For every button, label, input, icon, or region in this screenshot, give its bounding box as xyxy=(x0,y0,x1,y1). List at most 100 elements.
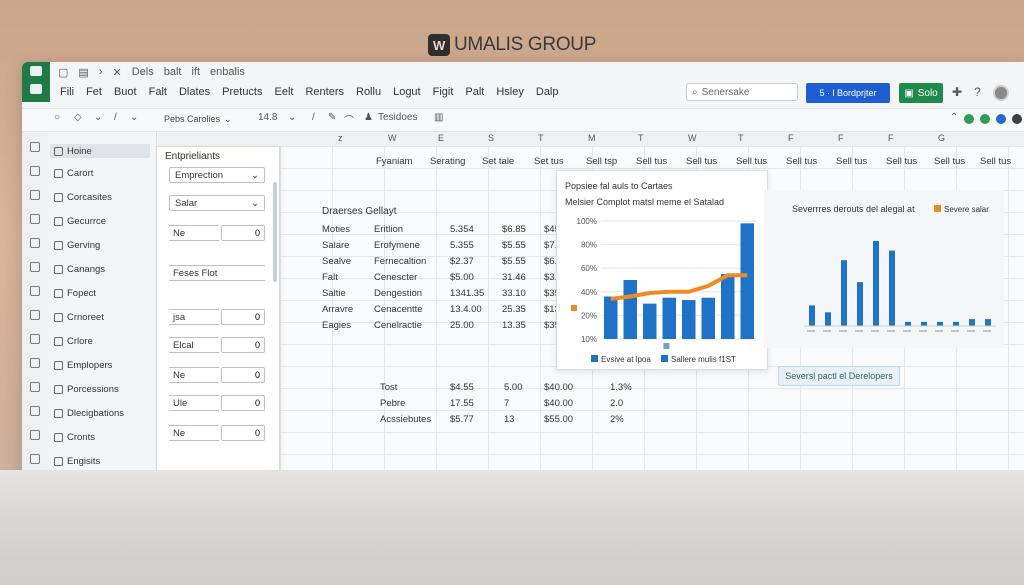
table-cell[interactable]: 1341.35 xyxy=(450,288,484,299)
bar[interactable] xyxy=(889,250,895,326)
rail-icon[interactable] xyxy=(30,142,40,152)
chart-severrres[interactable]: Severrres derouts del alegal at Severe sa… xyxy=(764,190,1004,348)
table-cell[interactable]: Falt xyxy=(322,272,338,283)
table-cell[interactable]: Arravre xyxy=(322,304,353,315)
table-cell[interactable]: $5.55 xyxy=(502,256,526,267)
column-letter[interactable]: T xyxy=(638,133,644,143)
table-cell[interactable]: 13.35 xyxy=(502,320,526,331)
menu-item[interactable]: Palt xyxy=(465,86,484,98)
sidebar-item[interactable]: Gecurrce xyxy=(54,216,106,227)
column-letter[interactable]: F xyxy=(888,133,894,143)
total-cell[interactable]: Pebre xyxy=(380,398,405,409)
table-cell[interactable]: Saltie xyxy=(322,288,346,299)
total-cell[interactable]: $5.77 xyxy=(450,414,474,425)
rail-icon[interactable] xyxy=(30,334,40,344)
rail-icon[interactable] xyxy=(30,430,40,440)
total-cell[interactable]: 13 xyxy=(504,414,515,425)
bar[interactable] xyxy=(873,240,879,326)
title-icon[interactable]: ▢ xyxy=(58,66,68,79)
rail-icon[interactable] xyxy=(30,454,40,464)
bar[interactable] xyxy=(985,319,991,326)
total-cell[interactable]: $4.55 xyxy=(450,382,474,393)
font-size[interactable]: 14.8 xyxy=(258,112,277,123)
table-cell[interactable]: 25.00 xyxy=(450,320,474,331)
total-cell[interactable]: Acssiebutes xyxy=(380,414,431,425)
avatar[interactable] xyxy=(992,85,1009,101)
person-icon[interactable]: ♟ xyxy=(364,112,373,123)
table-cell[interactable]: 31.46 xyxy=(502,272,526,283)
column-header-cell[interactable]: Sell tsp xyxy=(586,156,617,167)
total-cell[interactable]: 7 xyxy=(504,398,509,409)
menu-item[interactable]: Fet xyxy=(86,86,102,98)
rail-icon[interactable] xyxy=(30,262,40,272)
panel-row-value[interactable]: 0 xyxy=(221,309,265,325)
panel-dropdown[interactable]: Emprection ⌄ xyxy=(169,167,265,183)
total-cell[interactable]: $55.00 xyxy=(544,414,573,425)
column-header-cell[interactable]: Fyaniam xyxy=(376,156,412,167)
rail-icon[interactable] xyxy=(30,166,40,176)
size-chevron-icon[interactable]: ⌄ xyxy=(288,112,296,123)
sidebar-item[interactable]: Fopect xyxy=(54,288,96,299)
share-button[interactable]: 5 · l Bordprjter xyxy=(806,83,890,103)
bar[interactable] xyxy=(969,319,975,326)
bar[interactable] xyxy=(953,321,959,326)
column-letter[interactable]: G xyxy=(938,133,945,143)
sidebar-item[interactable]: Emplopers xyxy=(54,360,112,371)
sidebar-item[interactable]: Cronts xyxy=(54,432,95,443)
developer-filter-button[interactable]: Seversl pactl el Derelopers xyxy=(778,366,900,386)
table-cell[interactable]: Cenacentte xyxy=(374,304,423,315)
rail-icon[interactable] xyxy=(30,286,40,296)
total-cell[interactable]: 5.00 xyxy=(504,382,523,393)
rail-icon[interactable] xyxy=(30,238,40,248)
sidebar-item[interactable]: Engisits xyxy=(54,456,100,467)
rail-icon[interactable] xyxy=(30,406,40,416)
brush-icon[interactable]: ✎ xyxy=(328,112,336,123)
column-letter[interactable]: M xyxy=(588,133,596,143)
table-cell[interactable]: Erofymene xyxy=(374,240,420,251)
column-letter[interactable]: F xyxy=(838,133,844,143)
bar[interactable] xyxy=(937,321,943,326)
menu-item[interactable]: Logut xyxy=(393,86,421,98)
column-header-cell[interactable]: Sell tus xyxy=(836,156,867,167)
bar[interactable] xyxy=(604,296,618,339)
bar[interactable] xyxy=(740,223,755,339)
bar[interactable] xyxy=(701,297,716,339)
sidebar-item[interactable]: Porcessions xyxy=(54,384,119,395)
total-cell[interactable]: $40.00 xyxy=(544,382,573,393)
chevron-down-icon[interactable]: ⌄ xyxy=(130,112,138,123)
app-icon[interactable] xyxy=(22,62,50,102)
column-header-cell[interactable]: Sell tus xyxy=(736,156,767,167)
font-select[interactable]: Pebs Carolies ⌄ xyxy=(164,111,234,127)
table-cell[interactable]: Fernecaltion xyxy=(374,256,426,267)
total-cell[interactable]: 2% xyxy=(610,414,624,425)
menu-item[interactable]: Falt xyxy=(149,86,167,98)
menu-item[interactable]: Hsley xyxy=(496,86,524,98)
total-cell[interactable]: Tost xyxy=(380,382,397,393)
panel-dropdown[interactable]: Salar ⌄ xyxy=(169,195,265,211)
column-letter[interactable]: F xyxy=(788,133,794,143)
table-cell[interactable]: Salare xyxy=(322,240,349,251)
column-letter[interactable]: T xyxy=(738,133,744,143)
panel-row-value[interactable]: 0 xyxy=(221,425,265,441)
menu-item[interactable]: Dalp xyxy=(536,86,559,98)
link-icon[interactable]: ⌒ xyxy=(344,112,354,127)
menu-item[interactable]: Pretucts xyxy=(222,86,262,98)
sidebar-item[interactable]: Carort xyxy=(54,168,93,179)
bar[interactable] xyxy=(857,282,863,326)
search-field[interactable]: ⌕ Senersake xyxy=(686,83,798,101)
status-green-icon[interactable] xyxy=(964,114,974,124)
sidebar-item[interactable]: Canangs xyxy=(54,264,105,275)
lock-icon[interactable] xyxy=(996,114,1006,124)
table-cell[interactable]: 33.10 xyxy=(502,288,526,299)
italic-icon[interactable]: / xyxy=(312,112,315,123)
panel-row-value[interactable]: 0 xyxy=(221,395,265,411)
chevron-down-icon[interactable]: ⌄ xyxy=(94,112,102,123)
column-letter[interactable]: W xyxy=(688,133,697,143)
dropdown-label[interactable]: Tesidoes xyxy=(378,112,417,123)
slash-icon[interactable]: / xyxy=(114,112,117,123)
table-cell[interactable]: $5.00 xyxy=(450,272,474,283)
column-header-cell[interactable]: Set tale xyxy=(482,156,514,167)
panel-row-value[interactable]: 0 xyxy=(221,367,265,383)
table-cell[interactable]: Moties xyxy=(322,224,350,235)
column-header-cell[interactable]: Set tus xyxy=(534,156,564,167)
